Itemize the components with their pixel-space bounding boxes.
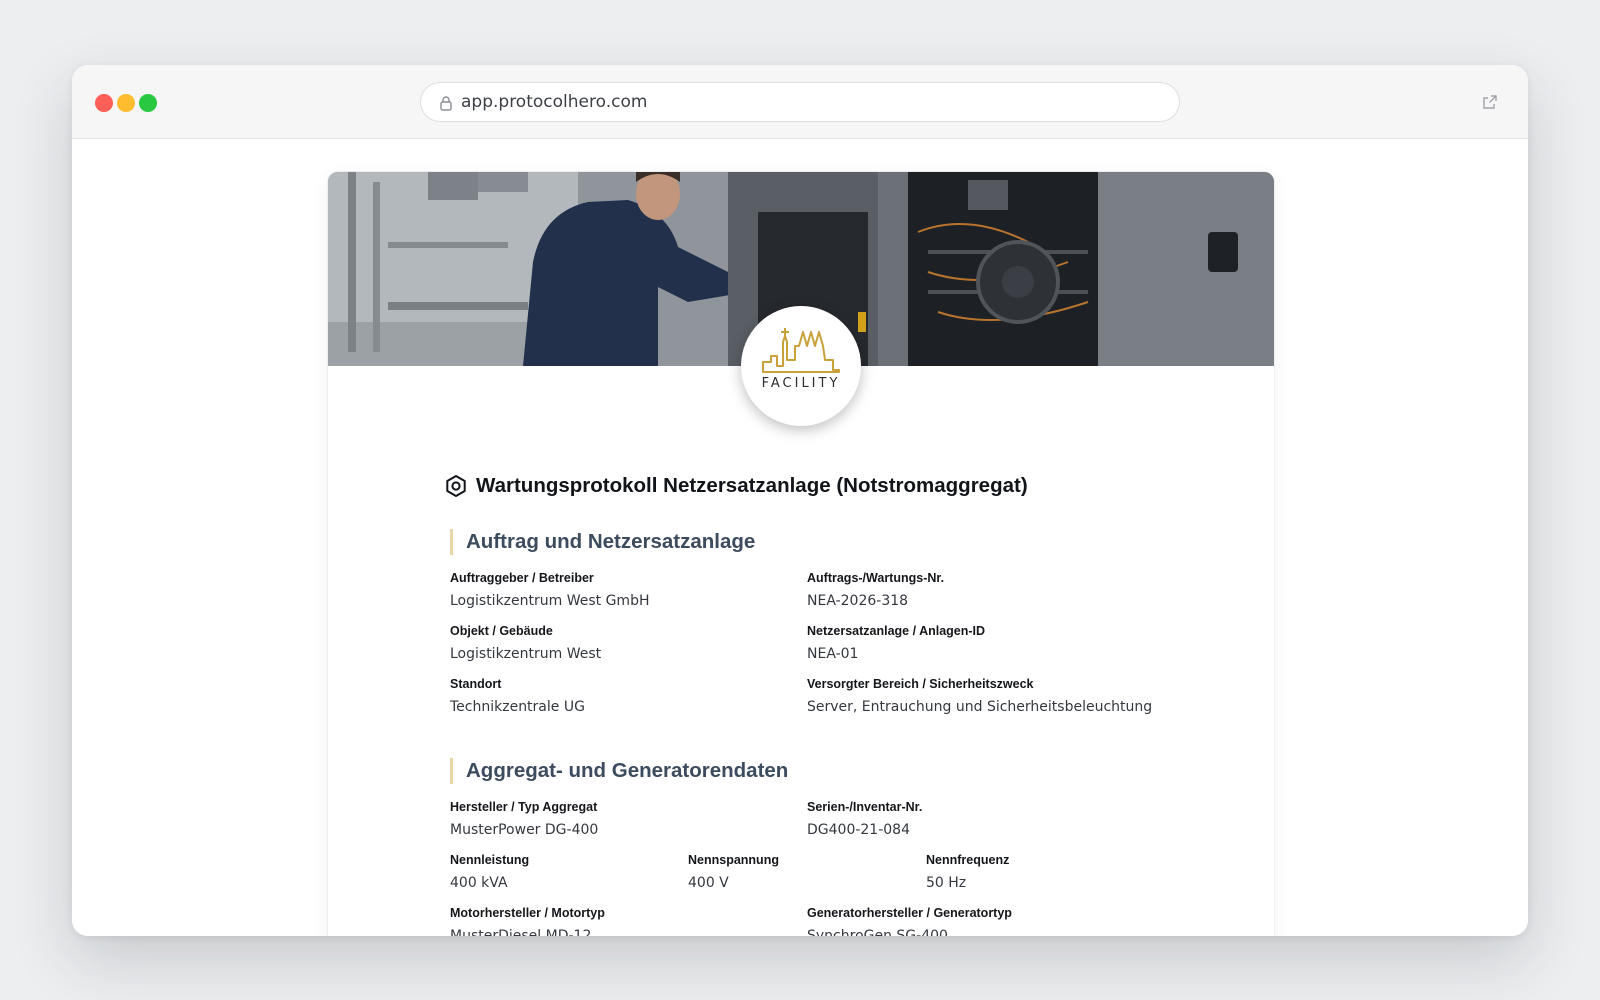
page-viewport[interactable]: FACILITY Wartungsprotokoll Netzersatzanl… xyxy=(72,140,1528,936)
field-label: Versorgter Bereich / Sicherheitszweck xyxy=(807,677,1034,691)
field-auftraggeber: Auftraggeber / Betreiber Logistikzentrum… xyxy=(450,570,650,610)
field-label: Nennleistung xyxy=(450,853,530,867)
external-link-icon[interactable] xyxy=(1482,94,1498,110)
logo-text: FACILITY xyxy=(761,376,841,391)
url-text[interactable]: app.protocolhero.com xyxy=(461,83,647,121)
field-value: SynchroGen SG-400 xyxy=(807,928,948,936)
field-nennspannung: Nennspannung 400 V xyxy=(688,852,779,892)
document-title-row: Wartungsprotokoll Netzersatzanlage (Nots… xyxy=(444,472,1028,500)
field-value: MusterDiesel MD-12 xyxy=(450,928,592,936)
field-value: Logistikzentrum West xyxy=(450,646,602,662)
field-value: 400 V xyxy=(688,875,729,891)
address-bar[interactable]: app.protocolhero.com xyxy=(420,82,1180,122)
section-heading-auftrag: Auftrag und Netzersatzanlage xyxy=(450,529,755,555)
field-label: Generatorhersteller / Generatortyp xyxy=(807,906,1012,920)
field-value: Server, Entrauchung und Sicherheitsbeleu… xyxy=(807,699,1153,715)
field-value: Technikzentrale UG xyxy=(450,699,585,715)
skyline-logo-icon xyxy=(762,328,840,373)
field-anlagen-id: Netzersatzanlage / Anlagen-ID NEA-01 xyxy=(807,623,985,663)
browser-window: app.protocolhero.com FACILITY Wartungspr… xyxy=(72,65,1528,936)
close-window-button[interactable] xyxy=(95,94,113,112)
minimize-window-button[interactable] xyxy=(117,94,135,112)
field-label: Nennspannung xyxy=(688,853,779,867)
field-objekt: Objekt / Gebäude Logistikzentrum West xyxy=(450,623,601,663)
field-motorhersteller: Motorhersteller / Motortyp MusterDiesel … xyxy=(450,905,605,936)
field-value: NEA-2026-318 xyxy=(807,593,909,609)
document-title: Wartungsprotokoll Netzersatzanlage (Nots… xyxy=(476,474,1028,497)
field-value: NEA-01 xyxy=(807,646,859,662)
field-value: DG400-21-084 xyxy=(807,822,910,838)
field-label: Serien-/Inventar-Nr. xyxy=(807,800,923,814)
field-standort: Standort Technikzentrale UG xyxy=(450,676,585,716)
field-value: 400 kVA xyxy=(450,875,508,891)
field-value: 50 Hz xyxy=(926,875,967,891)
field-nennleistung: Nennleistung 400 kVA xyxy=(450,852,529,892)
field-label: Auftrags-/Wartungs-Nr. xyxy=(807,571,945,585)
protocol-card: FACILITY Wartungsprotokoll Netzersatzanl… xyxy=(328,172,1274,936)
hexagon-nut-icon xyxy=(446,475,466,497)
field-generatorhersteller: Generatorhersteller / Generatortyp Synch… xyxy=(807,905,1012,936)
field-auftrags-nr: Auftrags-/Wartungs-Nr. NEA-2026-318 xyxy=(807,570,944,610)
browser-titlebar: app.protocolhero.com xyxy=(72,65,1528,139)
company-logo: FACILITY xyxy=(741,306,861,426)
section-heading-aggregat: Aggregat- und Generatorendaten xyxy=(450,758,788,784)
field-value: MusterPower DG-400 xyxy=(450,822,599,838)
field-nennfrequenz: Nennfrequenz 50 Hz xyxy=(926,852,1009,892)
lock-icon xyxy=(440,96,452,111)
field-label: Standort xyxy=(450,677,502,691)
field-hersteller-typ: Hersteller / Typ Aggregat MusterPower DG… xyxy=(450,799,598,839)
field-label: Objekt / Gebäude xyxy=(450,624,553,638)
field-label: Auftraggeber / Betreiber xyxy=(450,571,594,585)
field-label: Motorhersteller / Motortyp xyxy=(450,906,605,920)
field-versorgter-bereich: Versorgter Bereich / Sicherheitszweck Se… xyxy=(807,676,1152,716)
maximize-window-button[interactable] xyxy=(139,94,157,112)
field-serien-nr: Serien-/Inventar-Nr. DG400-21-084 xyxy=(807,799,922,839)
field-label: Hersteller / Typ Aggregat xyxy=(450,800,598,814)
field-label: Netzersatzanlage / Anlagen-ID xyxy=(807,624,986,638)
field-value: Logistikzentrum West GmbH xyxy=(450,593,650,609)
field-label: Nennfrequenz xyxy=(926,853,1010,867)
